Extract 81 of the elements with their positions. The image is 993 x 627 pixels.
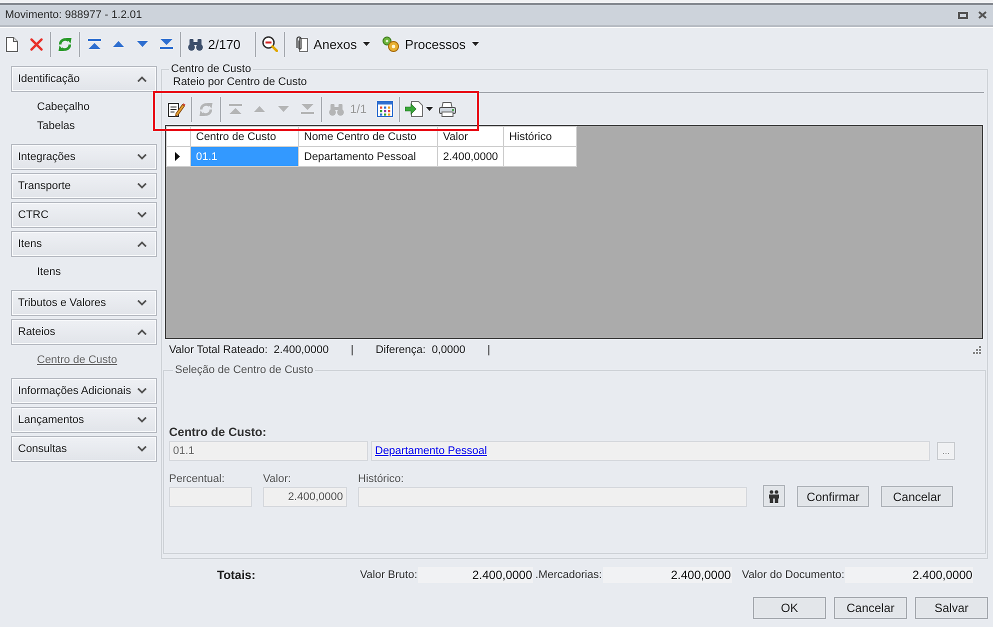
pencil-document-icon[interactable] [168,101,186,117]
cost-center-link[interactable]: Departamento Pessoal [375,445,487,457]
section-header[interactable]: Transporte [11,173,157,199]
totals-label: Totais: [217,568,256,582]
section-header[interactable]: Lançamentos [11,407,157,433]
nav-link[interactable]: Cabeçalho [37,98,90,117]
record-counter: 1/1 [350,102,367,116]
field-label: Centro de Custo: [169,425,268,439]
column-header[interactable]: Centro de Custo [190,126,298,146]
total-label: .Mercadorias: [535,569,602,581]
summary-value: 0,0000 [432,344,466,356]
section-header[interactable]: Identificação [11,66,157,92]
section-header[interactable]: Itens [11,231,157,257]
magnifier-icon[interactable] [262,36,278,52]
up-arrow-icon[interactable] [112,41,124,47]
nav-link[interactable]: Tabelas [37,117,75,136]
separator-text: | [487,344,490,356]
input-field[interactable]: 01.1 [169,441,368,461]
people-icon [768,490,780,502]
section-header[interactable]: Informações Adicionais [11,378,157,404]
confirm-button[interactable]: Confirmar [797,486,869,507]
window-title: Movimento: 988977 - 1.2.01 [5,9,143,21]
cancel-button[interactable]: Cancelar [881,486,953,507]
cross-icon[interactable] [30,38,42,50]
field-label: Histórico: [358,473,405,486]
group-title: Seleção de Centro de Custo [174,364,314,376]
column-header[interactable]: Histórico [504,126,577,146]
input-field[interactable] [169,487,252,507]
grid-icon[interactable] [376,101,393,117]
column-header[interactable]: Valor [438,126,504,146]
table-cell: 01.1 [190,146,298,166]
maximize-icon[interactable] [958,12,968,18]
section-header[interactable]: CTRC [11,202,157,228]
caret-icon [362,42,370,46]
input-field[interactable]: 2.400,0000 [263,487,347,507]
panel-title: Centro de Custo [170,63,252,75]
people-button[interactable] [763,485,785,507]
input-field[interactable]: Departamento Pessoal [371,441,930,461]
total-value-field: 2.400,0000 [845,567,974,583]
binoculars-icon[interactable] [188,38,202,50]
close-icon[interactable] [978,11,987,19]
ok-button[interactable]: OK [753,597,826,619]
field-label: Valor: [263,473,292,486]
save-button[interactable]: Salvar [915,597,988,619]
total-label: Valor Bruto: [360,569,418,581]
nav-link[interactable]: Centro de Custo [37,351,118,370]
total-value-field: 2.400,0000 [602,567,732,583]
section-header[interactable]: Consultas [11,436,157,462]
table-cell: 2.400,0000 [438,146,504,166]
column-header[interactable]: Nome Centro de Custo [298,126,438,146]
resize-grip-icon[interactable] [973,346,981,354]
cancel-button[interactable]: Cancelar [834,597,907,619]
caret-icon[interactable] [426,107,433,111]
row-header-cell[interactable] [166,146,190,166]
printer-icon[interactable] [439,102,456,116]
down-arrow-icon[interactable] [136,41,148,47]
section-header[interactable]: Integrações [11,144,157,170]
refresh-icon[interactable] [58,36,72,52]
summary-label: Diferença: [376,344,426,356]
section-title: Rateio por Centro de Custo [172,75,308,89]
input-field[interactable] [358,487,747,507]
nav-link[interactable]: Itens [37,263,61,282]
new-document-icon[interactable] [6,36,18,52]
summary-value: 2.400,0000 [274,344,329,356]
down-arrow-bar-icon[interactable] [160,39,172,49]
attachments-menu-button[interactable]: Anexos [286,32,376,56]
total-value-field: 2.400,0000 [418,567,534,583]
bar-up-arrow-icon[interactable] [88,39,100,49]
section-header[interactable]: Tributos e Valores [11,290,157,316]
arrow-document-icon[interactable] [404,101,423,117]
gears-icon [382,36,399,52]
table-cell: Departamento Pessoal [298,146,438,166]
record-counter: 2/170 [208,36,241,52]
summary-label: Valor Total Rateado: [169,344,268,356]
processes-menu-button[interactable]: Processos [376,32,485,56]
header-corner-cell [166,126,190,146]
caret-icon [472,42,479,46]
total-label: Valor do Documento: [742,569,844,581]
section-header[interactable]: Rateios [11,319,157,345]
field-label: Percentual: [169,473,226,486]
separator-text: | [350,344,354,356]
